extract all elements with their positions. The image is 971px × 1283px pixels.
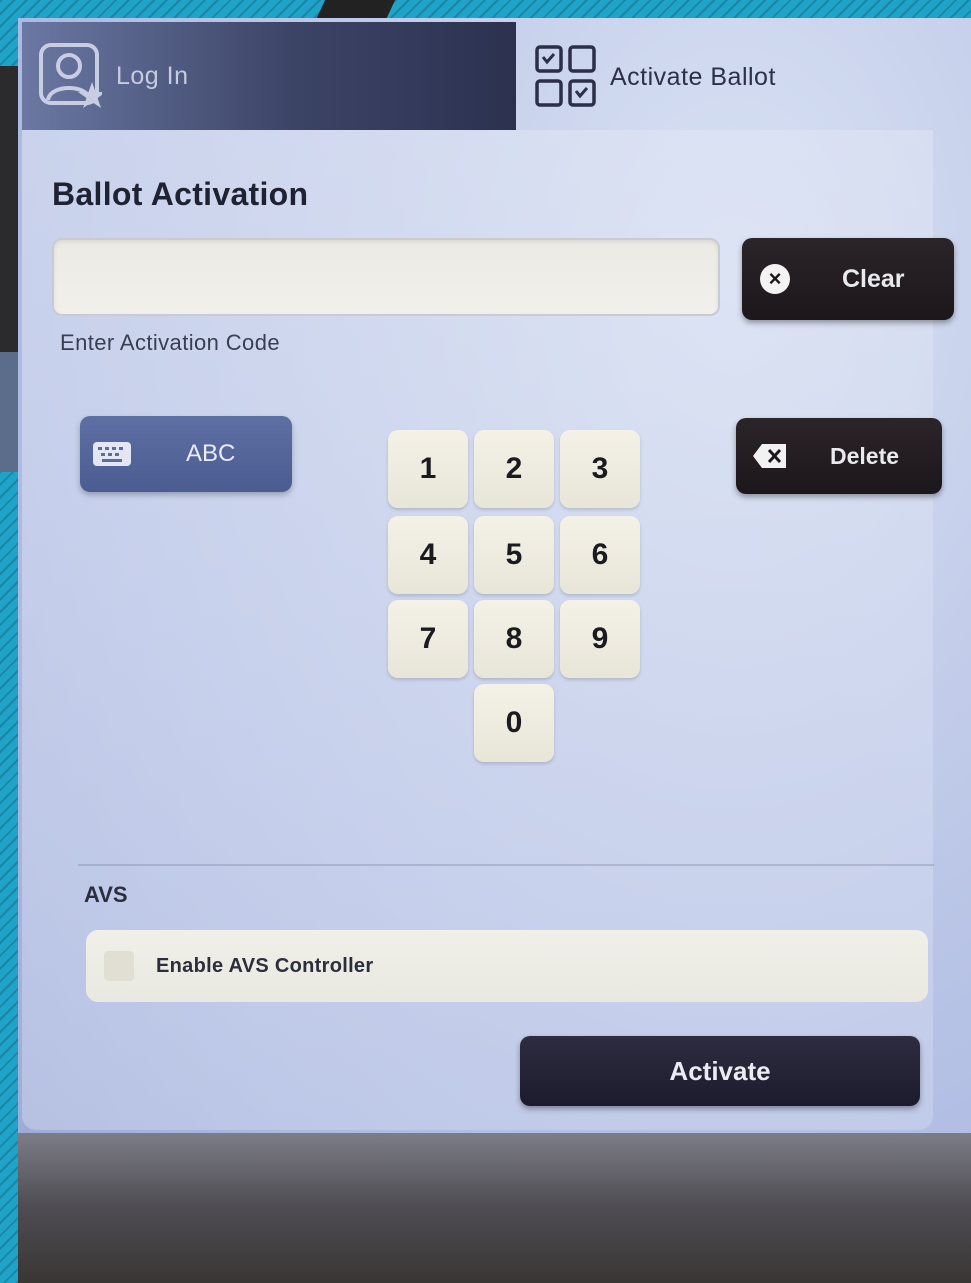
user-star-icon	[39, 43, 102, 108]
page-title: Ballot Activation	[52, 176, 309, 212]
keyboard-icon	[93, 442, 131, 466]
clear-button[interactable]: × Clear	[742, 238, 954, 320]
keypad-key-1[interactable]: 1	[388, 430, 468, 508]
keypad-key-9[interactable]: 9	[560, 600, 640, 678]
activation-code-hint: Enter Activation Code	[60, 330, 280, 355]
keypad-key-2[interactable]: 2	[474, 430, 554, 508]
frame-edge-lower	[0, 352, 18, 472]
abc-button-label: ABC	[186, 440, 236, 467]
tab-log-in-label: Log In	[116, 61, 189, 90]
avs-checkbox[interactable]	[104, 951, 134, 981]
avs-enable-label: Enable AVS Controller	[156, 954, 374, 977]
kiosk-screen: Log In Activate Ballot Ballot Activation…	[18, 18, 971, 1283]
avs-section-label: AVS	[84, 882, 128, 907]
keypad-key-5[interactable]: 5	[474, 516, 554, 594]
section-divider	[78, 864, 934, 866]
keypad-key-4[interactable]: 4	[388, 516, 468, 594]
delete-button-label: Delete	[830, 442, 900, 469]
activate-button[interactable]: Activate	[520, 1036, 920, 1106]
screen-bezel-bottom	[18, 1133, 971, 1283]
avs-enable-row[interactable]: Enable AVS Controller	[86, 930, 928, 1002]
keypad-key-8[interactable]: 8	[474, 600, 554, 678]
keypad-key-0[interactable]: 0	[474, 684, 554, 762]
keypad-key-7[interactable]: 7	[388, 600, 468, 678]
x-circle-icon: ×	[760, 264, 790, 294]
abc-keyboard-button[interactable]: ABC	[80, 416, 292, 492]
ballot-activation-panel: Ballot Activation Enter Activation Code …	[22, 130, 954, 1130]
backspace-icon	[753, 444, 786, 468]
activation-code-input[interactable]	[52, 238, 720, 316]
keypad-key-3[interactable]: 3	[560, 430, 640, 508]
clear-button-label: Clear	[842, 264, 905, 293]
tab-activate-ballot[interactable]: Activate Ballot	[516, 22, 967, 132]
ballot-grid-icon	[535, 45, 596, 107]
delete-button[interactable]: Delete	[736, 418, 942, 494]
tab-activate-ballot-label: Activate Ballot	[610, 62, 776, 91]
keypad-key-6[interactable]: 6	[560, 516, 640, 594]
tab-log-in[interactable]: Log In	[22, 22, 516, 130]
